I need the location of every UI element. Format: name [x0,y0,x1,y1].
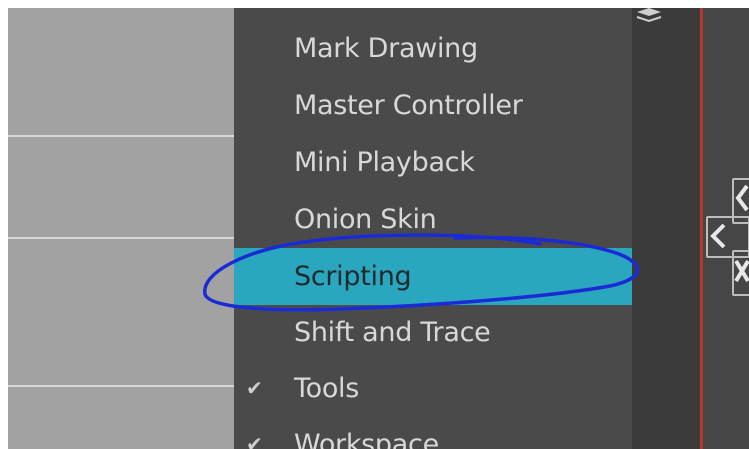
close-icon[interactable] [734,258,749,284]
menu-item-master-controller[interactable]: Master Controller [234,79,632,132]
left-panel [8,8,234,449]
view-toolbars-menu: Mark Drawing Master Controller Mini Play… [234,8,632,449]
menu-item-mark-drawing[interactable]: Mark Drawing [234,22,632,75]
menu-item-mini-playback[interactable]: Mini Playback [234,136,632,189]
menu-item-label: Workspace [294,429,439,449]
panel-divider [8,385,234,387]
checkmark-icon: ✔ [246,432,263,449]
panel-divider [8,237,234,239]
checkmark-icon: ✔ [246,376,263,400]
menu-item-scripting[interactable]: Scripting [234,248,632,305]
menu-item-label: Onion Skin [294,204,437,235]
menu-item-label: Tools [294,373,360,404]
screenshot-stage: Mark Drawing Master Controller Mini Play… [0,0,749,449]
chevron-left-icon[interactable] [735,183,749,213]
panel-divider [8,135,234,137]
menu-item-tools[interactable]: ✔ Tools [234,362,632,415]
menu-item-label: Mark Drawing [294,33,478,64]
menu-item-label: Master Controller [294,90,523,121]
menu-item-shift-and-trace[interactable]: Shift and Trace [234,306,632,359]
menu-item-workspace[interactable]: ✔ Workspace [234,418,632,449]
menu-item-onion-skin[interactable]: Onion Skin [234,193,632,246]
menu-item-label: Scripting [294,261,412,292]
layers-icon [636,8,662,23]
menu-item-label: Shift and Trace [294,317,491,348]
right-dark-panel [632,8,702,449]
chevron-left-icon[interactable] [709,222,727,250]
menu-item-label: Mini Playback [294,147,475,178]
